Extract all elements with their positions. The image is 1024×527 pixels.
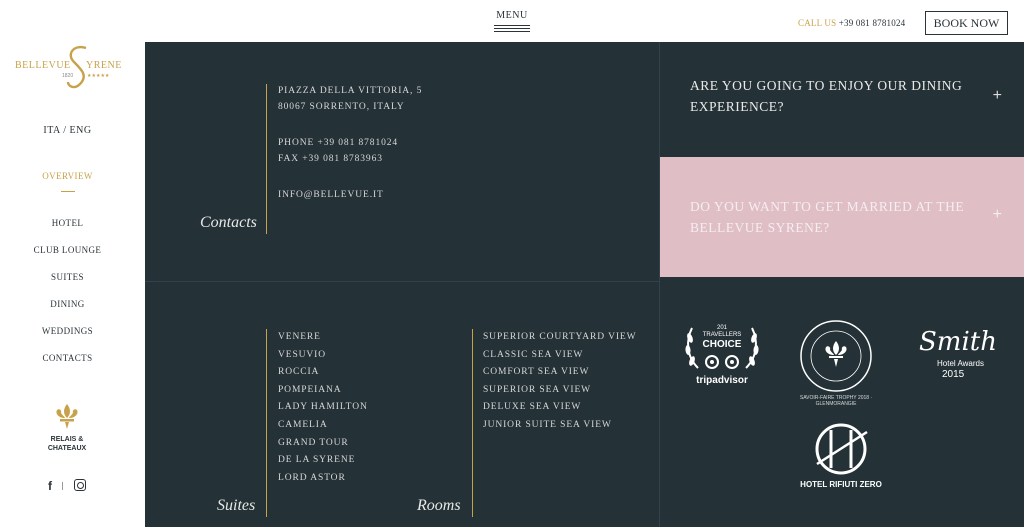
facebook-icon[interactable]: f bbox=[48, 479, 52, 493]
suite-link[interactable]: CAMELIA bbox=[278, 417, 368, 435]
nav-item-overview[interactable]: OVERVIEW bbox=[0, 170, 135, 207]
nav-item-dining[interactable]: DINING bbox=[0, 298, 135, 325]
suites-title: Suites bbox=[217, 497, 256, 514]
tripadvisor-line2: CHOICE bbox=[702, 339, 742, 350]
contacts-gold-line bbox=[266, 84, 267, 234]
rooms-title: Rooms bbox=[417, 497, 461, 514]
nav-item-hotel[interactable]: HOTEL bbox=[0, 217, 135, 244]
suite-link[interactable]: VESUVIO bbox=[278, 347, 368, 365]
tripadvisor-award[interactable]: 201 TRAVELLERS CHOICE tripadvisor bbox=[682, 320, 762, 390]
sidebar: BELLEVUE YRENE 1820 ★★★★★ ITA / ENG OVER… bbox=[0, 42, 145, 527]
tripadvisor-brand: tripadvisor bbox=[696, 375, 748, 386]
room-link[interactable]: COMFORT SEA VIEW bbox=[483, 364, 637, 382]
smith-script: Smith bbox=[919, 327, 997, 357]
footer-panel: Contacts PIAZZA DELLA VITTORIA, 5 80067 … bbox=[145, 42, 1024, 527]
suite-link[interactable]: DE LA SYRENE bbox=[278, 452, 368, 470]
nav-item-weddings[interactable]: WEDDINGS bbox=[0, 325, 135, 352]
wedding-question: DO YOU WANT TO GET MARRIED AT THE BELLEV… bbox=[690, 199, 965, 235]
menu-label: MENU bbox=[496, 10, 528, 21]
social-links: f bbox=[48, 479, 93, 493]
svg-text:★★★★★: ★★★★★ bbox=[87, 73, 110, 79]
menu-button[interactable]: MENU bbox=[494, 10, 530, 34]
call-us[interactable]: CALL US +39 081 8781024 bbox=[798, 18, 905, 28]
tripadvisor-year: 201 bbox=[716, 325, 727, 331]
savoir-faire-award[interactable]: SAVOIR-FAIRE TROPHY 2018 · GLENMORANGIE bbox=[799, 319, 873, 407]
suite-link[interactable]: POMPEIANA bbox=[278, 382, 368, 400]
rifiuti-zero-award[interactable]: HOTEL RIFIUTI ZERO bbox=[795, 420, 887, 492]
svg-text:BELLEVUE: BELLEVUE bbox=[15, 60, 71, 71]
email-link[interactable]: INFO@BELLEVUE.IT bbox=[278, 187, 422, 203]
book-now-button[interactable]: BOOK NOW bbox=[925, 11, 1008, 35]
relais-line2: CHATEAUX bbox=[47, 445, 87, 452]
phone-text[interactable]: PHONE +39 081 8781024 bbox=[278, 135, 422, 151]
fleur-de-lis-icon bbox=[56, 404, 78, 429]
savoir-faire-text: SAVOIR-FAIRE TROPHY 2018 · GLENMORANGIE bbox=[799, 395, 873, 407]
rifiuti-zero-icon bbox=[815, 423, 868, 475]
fleur-de-lis-icon bbox=[825, 341, 847, 367]
tripadvisor-line1: TRAVELLERS bbox=[702, 332, 742, 338]
smith-line1: Hotel Awards bbox=[937, 359, 984, 368]
language-switcher[interactable]: ITA / ENG bbox=[0, 125, 135, 136]
dining-question: ARE YOU GOING TO ENJOY OUR DINING EXPERI… bbox=[690, 78, 963, 114]
hamburger-icon bbox=[494, 25, 530, 32]
room-link[interactable]: SUPERIOR COURTYARD VIEW bbox=[483, 329, 637, 347]
rooms-gold-line bbox=[472, 329, 473, 517]
suites-gold-line bbox=[266, 329, 267, 517]
suite-link[interactable]: GRAND TOUR bbox=[278, 435, 368, 453]
svg-text:YRENE: YRENE bbox=[86, 60, 122, 71]
plus-icon[interactable]: + bbox=[993, 87, 1002, 105]
address-line2: 80067 SORRENTO, ITALY bbox=[278, 102, 405, 112]
dining-accordion[interactable]: ARE YOU GOING TO ENJOY OUR DINING EXPERI… bbox=[660, 42, 1024, 157]
call-us-phone: +39 081 8781024 bbox=[838, 18, 906, 28]
instagram-icon[interactable] bbox=[74, 479, 86, 491]
fax-text: FAX +39 081 8783963 bbox=[278, 154, 383, 164]
room-link[interactable]: JUNIOR SUITE SEA VIEW bbox=[483, 417, 637, 435]
room-link[interactable]: DELUXE SEA VIEW bbox=[483, 399, 637, 417]
social-divider bbox=[62, 482, 63, 490]
suites-list: VENERE VESUVIO ROCCIA POMPEIANA LADY HAM… bbox=[278, 329, 368, 487]
address-line1: PIAZZA DELLA VITTORIA, 5 bbox=[278, 86, 423, 96]
horizontal-divider bbox=[145, 281, 660, 282]
top-bar: MENU CALL US +39 081 8781024 BOOK NOW bbox=[0, 0, 1024, 42]
contacts-title: Contacts bbox=[200, 214, 257, 231]
sidebar-nav: OVERVIEW HOTEL CLUB LOUNGE SUITES DINING… bbox=[0, 170, 135, 379]
contacts-block: PIAZZA DELLA VITTORIA, 5 80067 SORRENTO,… bbox=[278, 83, 422, 203]
suite-link[interactable]: LADY HAMILTON bbox=[278, 399, 368, 417]
rooms-list: SUPERIOR COURTYARD VIEW CLASSIC SEA VIEW… bbox=[483, 329, 637, 435]
logo[interactable]: BELLEVUE YRENE 1820 ★★★★★ bbox=[14, 42, 130, 92]
rifiuti-zero-label: HOTEL RIFIUTI ZERO bbox=[800, 480, 882, 489]
suite-link[interactable]: VENERE bbox=[278, 329, 368, 347]
call-us-label: CALL US bbox=[798, 18, 837, 28]
smith-year: 2015 bbox=[942, 369, 965, 380]
wedding-accordion[interactable]: DO YOU WANT TO GET MARRIED AT THE BELLEV… bbox=[660, 157, 1024, 277]
svg-text:1820: 1820 bbox=[62, 73, 73, 79]
relais-chateaux-logo[interactable]: RELAIS & CHATEAUX bbox=[37, 402, 97, 453]
suite-link[interactable]: ROCCIA bbox=[278, 364, 368, 382]
suite-link[interactable]: LORD ASTOR bbox=[278, 470, 368, 488]
nav-item-suites[interactable]: SUITES bbox=[0, 271, 135, 298]
room-link[interactable]: CLASSIC SEA VIEW bbox=[483, 347, 637, 365]
nav-item-club-lounge[interactable]: CLUB LOUNGE bbox=[0, 244, 135, 271]
room-link[interactable]: SUPERIOR SEA VIEW bbox=[483, 382, 637, 400]
active-underline bbox=[60, 191, 75, 192]
relais-line1: RELAIS & bbox=[50, 436, 84, 443]
nav-item-label: OVERVIEW bbox=[42, 171, 93, 181]
plus-icon[interactable]: + bbox=[993, 206, 1002, 224]
smith-award[interactable]: Smith Hotel Awards 2015 bbox=[915, 327, 997, 387]
nav-item-contacts[interactable]: CONTACTS bbox=[0, 352, 135, 379]
